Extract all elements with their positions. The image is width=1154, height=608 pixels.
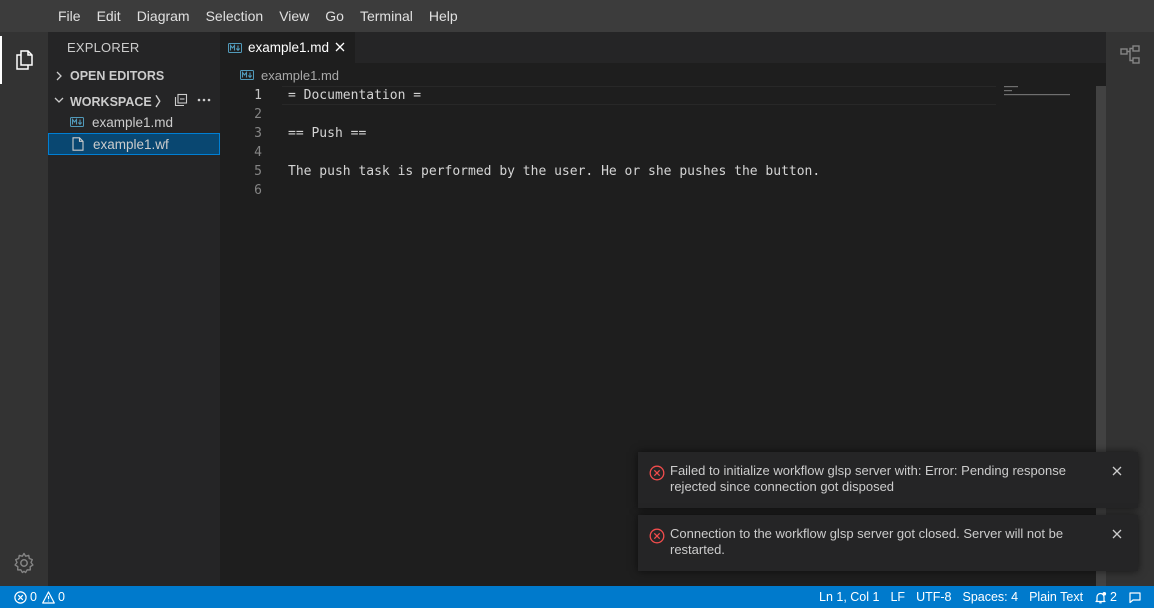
status-right: Ln 1, Col 1 LF UTF-8 Spaces: 4 Plain Tex… xyxy=(819,586,1142,608)
menu-go[interactable]: Go xyxy=(317,0,352,32)
markdown-file-icon xyxy=(240,70,254,80)
menu-bar: File Edit Diagram Selection View Go Term… xyxy=(0,0,1154,32)
line-text: = Documentation = xyxy=(288,88,422,103)
breadcrumb-file: example1.md xyxy=(261,67,340,83)
notifications-status[interactable]: 2 xyxy=(1094,590,1117,604)
notification-count: 2 xyxy=(1110,590,1117,604)
code-line: 5 The push task is performed by the user… xyxy=(220,162,1100,181)
activity-bar xyxy=(0,32,48,586)
code-line: 1 = Documentation = xyxy=(220,86,1100,105)
line-number: 4 xyxy=(254,145,262,160)
cursor-position[interactable]: Ln 1, Col 1 xyxy=(819,590,879,604)
close-icon xyxy=(335,42,345,52)
line-text: == Push == xyxy=(288,126,367,141)
tab-bar: example1.md xyxy=(220,32,1106,63)
settings-activity-button[interactable] xyxy=(0,544,48,582)
open-editors-section[interactable]: OPEN EDITORS xyxy=(48,65,220,87)
file-label: example1.md xyxy=(92,114,174,130)
menu-diagram[interactable]: Diagram xyxy=(129,0,198,32)
warning-count: 0 xyxy=(57,590,65,604)
explorer-title: EXPLORER xyxy=(67,40,140,55)
notification-close-button[interactable] xyxy=(1110,527,1124,541)
gear-icon xyxy=(14,552,34,574)
workspace-label: WORKSPACE 〉 xyxy=(70,94,168,109)
menu-view[interactable]: View xyxy=(271,0,317,32)
breadcrumb[interactable]: example1.md xyxy=(240,65,339,85)
file-encoding[interactable]: UTF-8 xyxy=(916,590,951,604)
line-number: 5 xyxy=(254,164,262,179)
feedback-icon[interactable] xyxy=(1128,590,1142,604)
error-notification: Connection to the workflow glsp server g… xyxy=(638,515,1138,571)
chevron-down-icon xyxy=(54,97,64,103)
indentation[interactable]: Spaces: 4 xyxy=(962,590,1018,604)
explorer-activity-button[interactable] xyxy=(0,36,48,84)
editor-scrollbar[interactable] xyxy=(1096,86,1106,586)
line-number: 1 xyxy=(254,88,262,103)
error-count: 0 xyxy=(30,590,37,604)
error-icon xyxy=(649,465,665,481)
bell-icon xyxy=(1095,591,1107,603)
close-icon xyxy=(1112,529,1122,539)
file-item-example1-md[interactable]: example1.md xyxy=(48,111,220,133)
chevron-right-icon xyxy=(56,71,62,81)
file-item-example1-wf[interactable]: example1.wf xyxy=(48,133,220,155)
explorer-sidebar: EXPLORER OPEN EDITORS WORKSPACE 〉 exampl… xyxy=(48,32,220,586)
menu-terminal[interactable]: Terminal xyxy=(352,0,421,32)
problems-status[interactable]: 0 0 xyxy=(14,586,65,608)
line-number: 6 xyxy=(254,183,262,198)
warning-icon xyxy=(42,590,55,604)
open-editors-label: OPEN EDITORS xyxy=(70,69,165,83)
error-icon xyxy=(14,590,27,604)
line-number: 2 xyxy=(254,107,262,122)
notification-message: Connection to the workflow glsp server g… xyxy=(670,526,1064,557)
markdown-file-icon xyxy=(70,117,84,127)
tab-example1-md[interactable]: example1.md xyxy=(220,32,355,63)
status-bar: 0 0 Ln 1, Col 1 LF UTF-8 Spaces: 4 Plain… xyxy=(0,586,1154,608)
code-line: 2 xyxy=(220,105,1100,124)
minimap[interactable] xyxy=(1000,86,1100,106)
line-text: The push task is performed by the user. … xyxy=(288,164,821,179)
language-mode[interactable]: Plain Text xyxy=(1029,590,1083,604)
markdown-file-icon xyxy=(228,42,242,53)
file-icon xyxy=(72,137,84,151)
notification-message: Failed to initialize workflow glsp serve… xyxy=(670,463,1066,494)
outline-icon[interactable] xyxy=(1118,43,1142,67)
workspace-section[interactable]: WORKSPACE 〉 xyxy=(48,89,220,111)
menu-selection[interactable]: Selection xyxy=(198,0,272,32)
close-icon xyxy=(1112,466,1122,476)
line-number: 3 xyxy=(254,126,262,141)
more-actions-icon[interactable] xyxy=(196,93,212,107)
notification-close-button[interactable] xyxy=(1110,464,1124,478)
code-line: 6 xyxy=(220,181,1100,200)
collapse-all-icon[interactable] xyxy=(174,93,188,107)
tab-close-button[interactable] xyxy=(333,40,347,54)
code-line: 3 == Push == xyxy=(220,124,1100,143)
end-of-line[interactable]: LF xyxy=(890,590,905,604)
file-label: example1.wf xyxy=(93,136,169,152)
error-icon xyxy=(649,528,665,544)
error-notification: Failed to initialize workflow glsp serve… xyxy=(638,452,1138,508)
files-icon xyxy=(16,50,33,70)
code-line: 4 xyxy=(220,143,1100,162)
menu-help[interactable]: Help xyxy=(421,0,466,32)
menu-edit[interactable]: Edit xyxy=(89,0,129,32)
tab-label: example1.md xyxy=(248,40,330,55)
menu-file[interactable]: File xyxy=(50,0,89,32)
